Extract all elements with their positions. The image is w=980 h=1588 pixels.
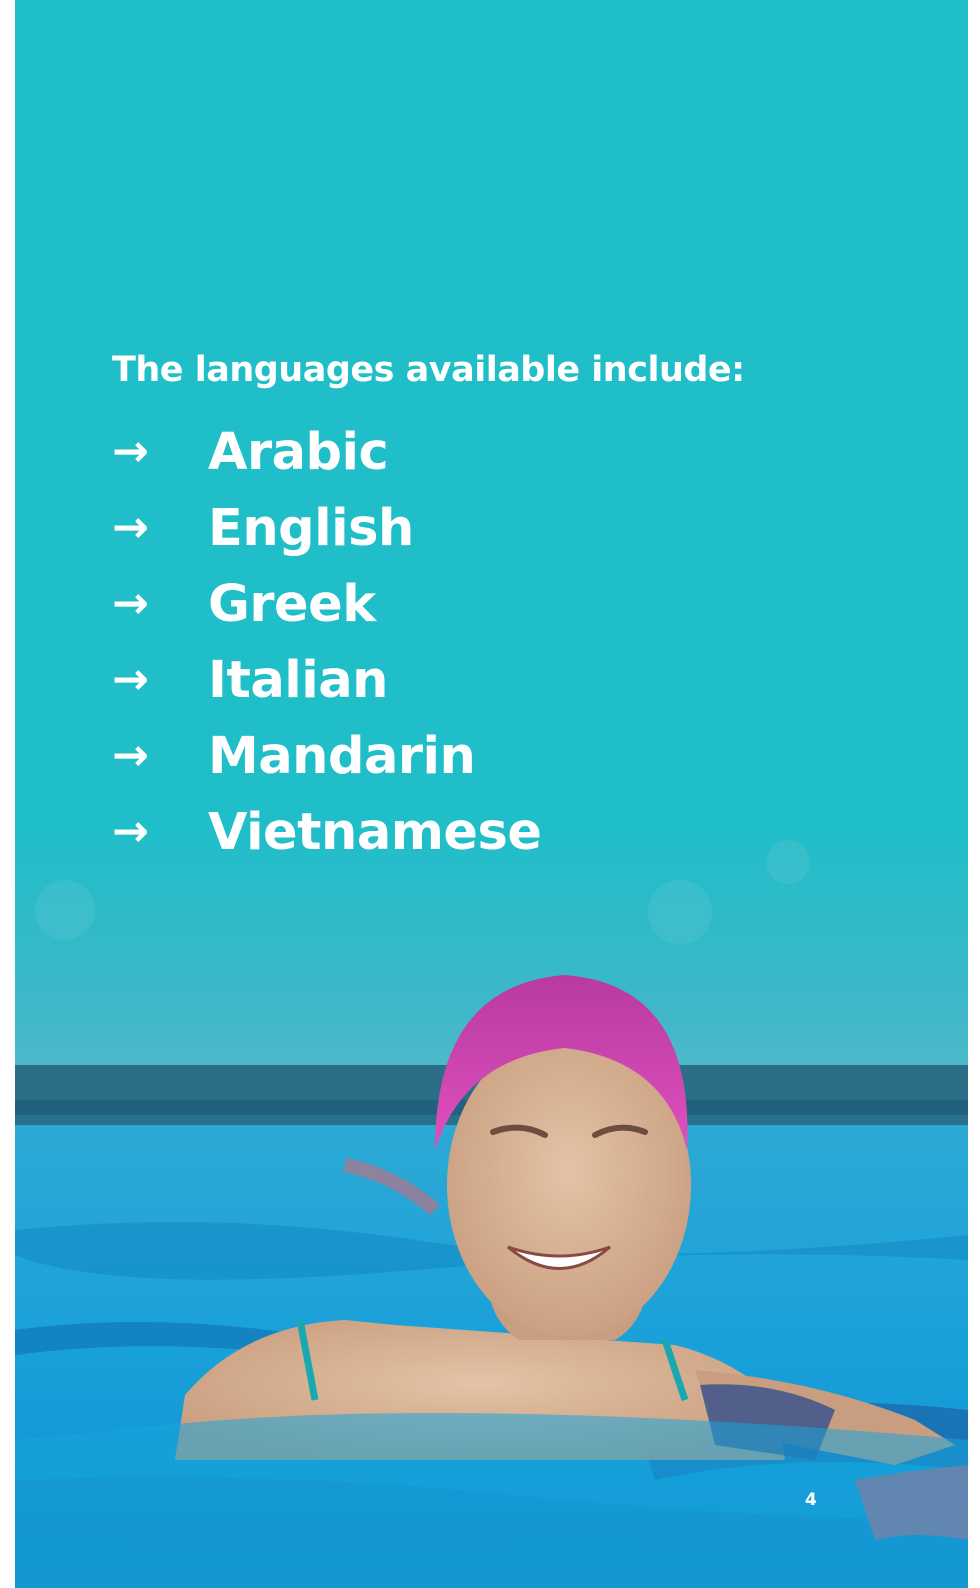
- list-item: → Greek: [112, 566, 541, 642]
- language-label: Greek: [208, 574, 376, 634]
- list-item: → Mandarin: [112, 718, 541, 794]
- arrow-right-icon: →: [112, 578, 149, 629]
- intro-heading: The languages available include:: [112, 350, 745, 390]
- language-label: Vietnamese: [208, 802, 542, 862]
- language-label: English: [208, 498, 414, 558]
- list-item: → Arabic: [112, 414, 541, 490]
- page-number: 4: [805, 1490, 817, 1510]
- brochure-page: The languages available include: → Arabi…: [15, 0, 968, 1588]
- arrow-right-icon: →: [112, 806, 149, 857]
- list-item: → Italian: [112, 642, 541, 718]
- language-label: Italian: [208, 650, 388, 710]
- arrow-right-icon: →: [112, 730, 149, 781]
- language-label: Arabic: [208, 422, 389, 482]
- language-list: → Arabic → English → Greek → Italian → M…: [112, 414, 542, 870]
- language-label: Mandarin: [208, 726, 476, 786]
- list-item: → English: [112, 490, 541, 566]
- list-item: → Vietnamese: [112, 794, 542, 870]
- arrow-right-icon: →: [112, 502, 149, 553]
- arrow-right-icon: →: [112, 426, 149, 477]
- arrow-right-icon: →: [112, 654, 149, 705]
